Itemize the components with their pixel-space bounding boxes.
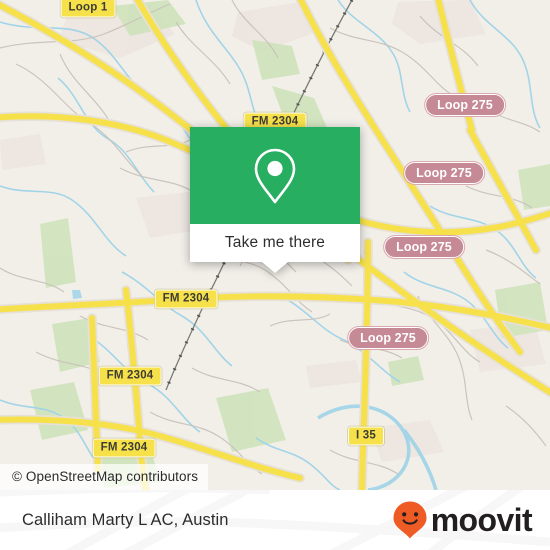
take-me-there-button[interactable]: Take me there (225, 234, 325, 252)
road-shield-label[interactable]: Loop 275 (347, 326, 429, 350)
place-popup-card[interactable]: Take me there (190, 127, 360, 273)
footer-bar: Calliham Marty L AC, Austin moovit (0, 490, 550, 550)
moovit-place-screen: Loop 1 FM 2304 FM 2304 FM 2304 FM 2304 I 35 Lo… (0, 0, 550, 550)
road-shield-label[interactable]: Loop 1 (60, 0, 116, 18)
moovit-logo[interactable]: moovit (392, 490, 533, 550)
moovit-wordmark: moovit (430, 502, 533, 538)
road-shield-label[interactable]: FM 2304 (92, 438, 156, 458)
place-title: Calliham Marty L AC, Austin (22, 511, 229, 529)
road-shield-label[interactable]: Loop 275 (383, 235, 465, 259)
road-shield-label[interactable]: Loop 275 (403, 161, 485, 185)
map-pin-icon (254, 148, 296, 203)
map-canvas[interactable]: Loop 1 FM 2304 FM 2304 FM 2304 FM 2304 I 35 Lo… (0, 0, 550, 490)
road-shield-label[interactable]: FM 2304 (98, 366, 162, 386)
popup-header (190, 127, 360, 224)
osm-attribution[interactable]: © OpenStreetMap contributors (0, 464, 209, 490)
road-shield-label[interactable]: Loop 275 (424, 93, 506, 117)
moovit-pin-icon (393, 501, 427, 539)
popup-tail (262, 262, 288, 273)
road-shield-label[interactable]: I 35 (348, 426, 384, 446)
popup-action-row[interactable]: Take me there (190, 224, 360, 262)
road-shield-label[interactable]: FM 2304 (154, 289, 218, 309)
